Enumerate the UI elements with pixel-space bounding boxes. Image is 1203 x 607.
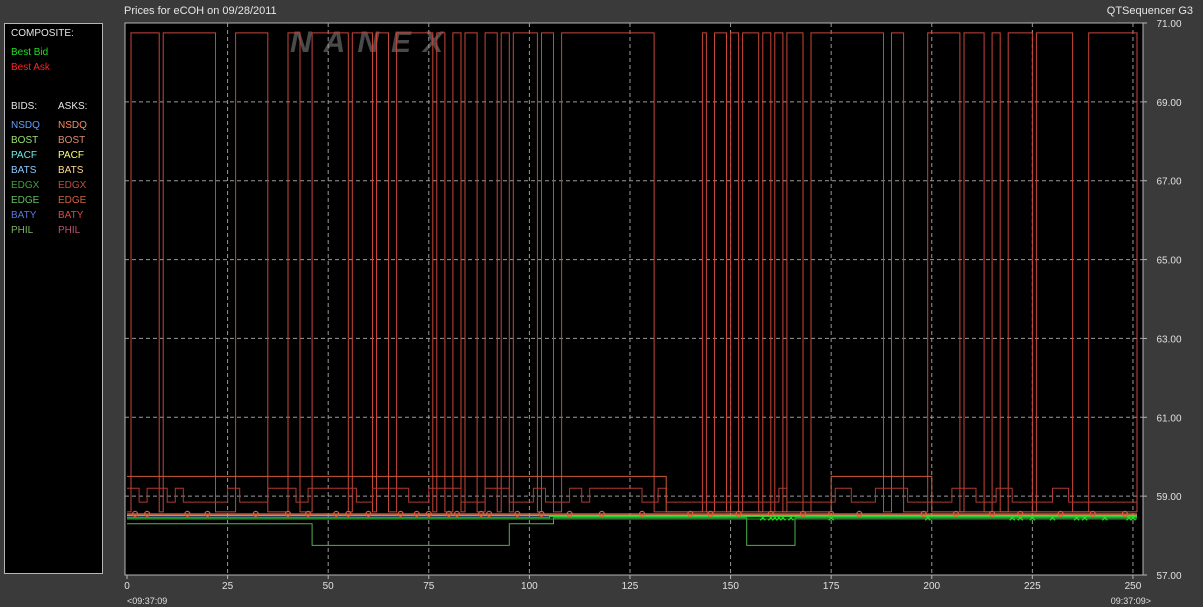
x-tick-label-6: 150 (722, 581, 739, 592)
y-tick-label-1: 59.00 (1156, 492, 1181, 503)
y-tick-label-3: 63.00 (1156, 334, 1181, 345)
y-tick-label-4: 65.00 (1156, 256, 1181, 267)
time-start-label: <09:37:09 (127, 596, 168, 606)
y-tick-label-7: 71.00 (1156, 19, 1181, 30)
x-tick-label-7: 175 (823, 581, 840, 592)
x-tick-label-8: 200 (923, 581, 940, 592)
price-chart: NANEX57.0059.0061.0063.0065.0067.0069.00… (124, 19, 1182, 592)
x-tick-label-2: 50 (323, 581, 335, 592)
x-tick-label-1: 25 (222, 581, 234, 592)
x-tick-label-9: 225 (1024, 581, 1041, 592)
x-tick-label-10: 250 (1125, 581, 1142, 592)
x-tick-label-4: 100 (521, 581, 538, 592)
y-tick-label-2: 61.00 (1156, 413, 1181, 424)
x-tick-label-0: 0 (124, 581, 130, 592)
x-tick-label-3: 75 (423, 581, 435, 592)
y-tick-label-5: 67.00 (1156, 177, 1181, 188)
y-tick-label-0: 57.00 (1156, 571, 1181, 582)
time-end-label: 09:37:09> (1110, 596, 1151, 606)
x-tick-label-5: 125 (622, 581, 639, 592)
y-tick-label-6: 69.00 (1156, 98, 1181, 109)
plot-area (124, 22, 1144, 576)
